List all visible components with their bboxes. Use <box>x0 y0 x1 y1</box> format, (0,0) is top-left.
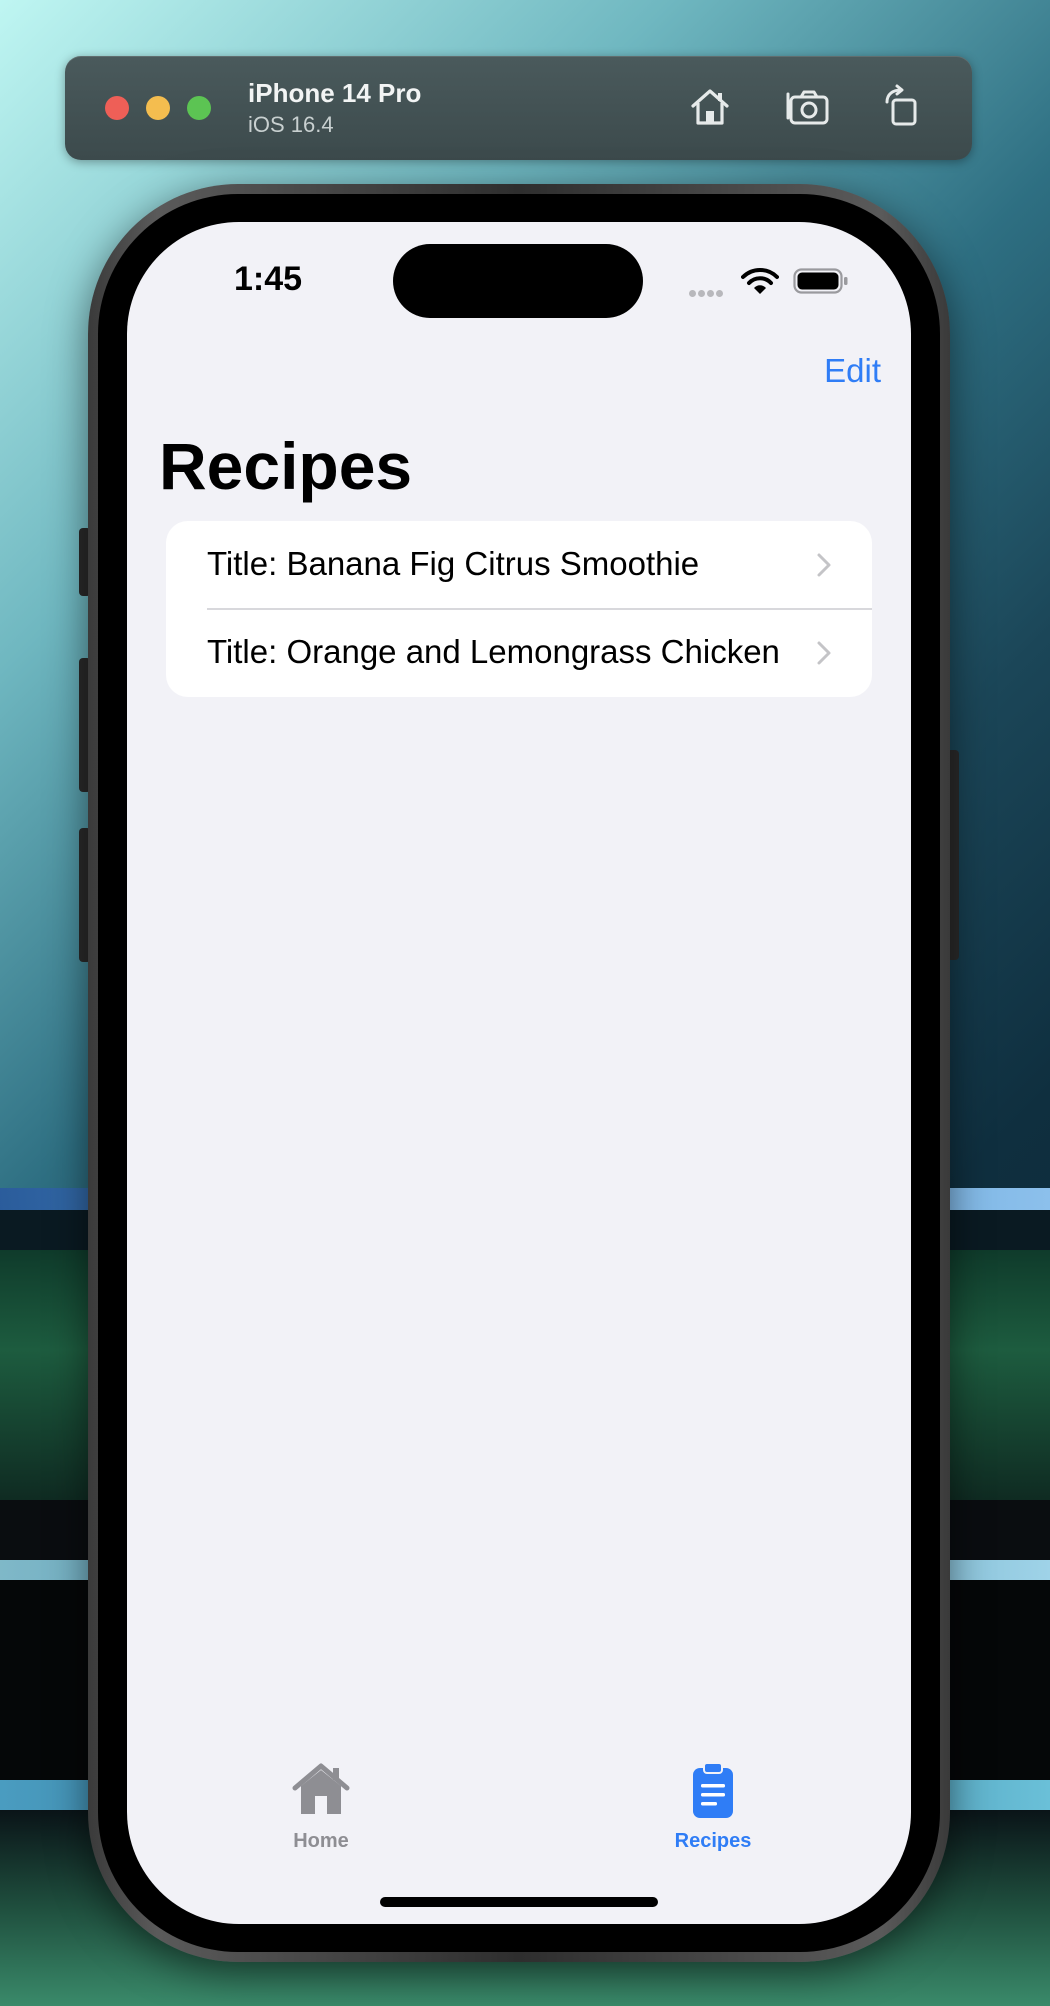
recipes-list: Title: Banana Fig Citrus Smoothie Title:… <box>166 521 872 697</box>
battery-icon <box>793 268 848 294</box>
home-icon[interactable] <box>685 82 735 132</box>
phone-screen: 1:45 Edit Recipes Title: Banana Fig Citr… <box>127 222 911 1924</box>
device-name: iPhone 14 Pro <box>248 78 422 108</box>
zoom-window-button[interactable] <box>187 96 211 120</box>
tab-home-label: Home <box>293 1830 349 1852</box>
house-icon <box>292 1763 350 1814</box>
dynamic-island <box>393 244 643 318</box>
screenshot-icon[interactable] <box>783 82 833 132</box>
recipe-title: Title: Orange and Lemongrass Chicken <box>207 633 780 670</box>
tab-bar: Home Recipes <box>127 1762 911 1862</box>
list-item[interactable]: Title: Banana Fig Citrus Smoothie <box>166 521 872 610</box>
home-indicator <box>380 1897 658 1907</box>
page-title: Recipes <box>159 429 413 503</box>
chevron-right-icon <box>817 641 831 665</box>
simulator-title-bar: iPhone 14 Pro iOS 16.4 <box>65 56 972 160</box>
clipboard-icon <box>693 1762 733 1818</box>
tab-home[interactable]: Home <box>241 1762 401 1862</box>
tab-recipes[interactable]: Recipes <box>633 1762 793 1862</box>
wifi-icon <box>741 267 779 294</box>
close-window-button[interactable] <box>105 96 129 120</box>
edit-button[interactable]: Edit <box>824 352 881 390</box>
rotate-icon[interactable] <box>877 82 927 132</box>
chevron-right-icon <box>817 553 831 577</box>
recipe-title: Title: Banana Fig Citrus Smoothie <box>207 545 700 582</box>
list-item[interactable]: Title: Orange and Lemongrass Chicken <box>166 609 872 697</box>
tab-recipes-label: Recipes <box>674 1830 752 1852</box>
cellular-signal-icon <box>689 284 731 297</box>
os-version: iOS 16.4 <box>248 112 334 137</box>
minimize-window-button[interactable] <box>146 96 170 120</box>
status-time: 1:45 <box>234 260 303 298</box>
